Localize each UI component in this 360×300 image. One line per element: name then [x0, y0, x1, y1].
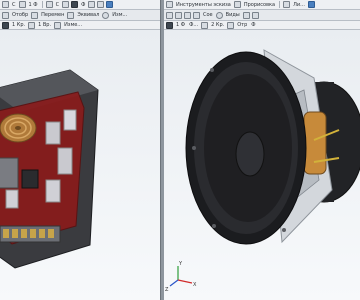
capacitor-1 [45, 121, 61, 145]
axis-z-label: Z [165, 287, 169, 293]
left-tb1-label-3[interactable]: Ф [80, 1, 86, 9]
right-tb1-label-0[interactable]: Инструменты эскиза [175, 1, 232, 9]
face-icon[interactable] [166, 21, 173, 29]
shell-icon[interactable] [71, 1, 79, 8]
inductor-coil [0, 113, 37, 143]
capacitor-5 [5, 189, 19, 209]
left-tb2-label-3[interactable]: Изм... [111, 11, 128, 19]
sketch-icon[interactable] [2, 1, 9, 8]
right-tb2-label-1[interactable]: Виды [225, 11, 241, 19]
crossover-board-model [0, 69, 99, 269]
constraint-icon[interactable] [184, 11, 191, 19]
capacitor-2 [63, 109, 77, 131]
zoom-icon[interactable] [242, 11, 250, 19]
orbit-icon[interactable] [215, 11, 223, 19]
left-tb1-label-2[interactable]: C [55, 1, 61, 9]
axis-y-label: Y [178, 261, 183, 267]
mirror-icon[interactable] [97, 1, 105, 8]
right-tb3-label-0[interactable]: 1 Ф [175, 21, 186, 29]
extrude-icon[interactable] [18, 1, 26, 8]
right-tb1-label-2[interactable]: Ли... [292, 1, 306, 9]
dust-cap [235, 131, 265, 177]
rotate-icon[interactable] [102, 11, 110, 19]
move-icon[interactable] [31, 11, 39, 19]
left-tb2-label-1[interactable]: Перемен [40, 11, 65, 19]
toolbar-separator [41, 1, 43, 8]
right-tb1-label-1[interactable]: Прорисовка [243, 1, 276, 9]
left-toolbar-row-2: Отобр Перемен Эквивал Изм... [0, 10, 160, 21]
voice-coil [303, 111, 327, 175]
left-tb3-label-0[interactable]: 1 Кр. [11, 21, 26, 29]
grid-icon[interactable] [166, 1, 173, 8]
right-3d-viewport[interactable]: Y X Z [164, 30, 360, 300]
segment-icon[interactable] [227, 21, 235, 29]
right-tb3-label-1[interactable]: Ф... [188, 21, 199, 29]
right-viewport-pane: Инструменты эскиза Прорисовка Ли... Сое … [164, 0, 360, 300]
axis-triad: Y X Z [165, 261, 197, 293]
left-tb1-label-1[interactable]: 1 Ф [28, 1, 39, 9]
line-tool-icon[interactable] [283, 1, 291, 8]
assembly-icon[interactable] [193, 11, 200, 19]
right-tb3-label-3[interactable]: Отр [236, 21, 248, 29]
mounting-hole [282, 228, 286, 232]
display-icon[interactable] [2, 11, 9, 19]
pattern-icon[interactable] [88, 1, 96, 8]
left-toolbar-row-1: C 1 Ф C Ф [0, 0, 160, 10]
right-tb3-label-2[interactable]: 2 Кр. [210, 21, 225, 29]
right-toolbar-row-1: Инструменты эскиза Прорисовка Ли... [164, 0, 360, 10]
select-icon[interactable] [166, 11, 173, 19]
capacitor-3 [57, 147, 73, 175]
left-tb1-label-0[interactable]: C [11, 1, 17, 9]
chamfer-icon[interactable] [62, 1, 70, 8]
curve-icon[interactable] [201, 21, 209, 29]
speaker-model: Y X Z [165, 49, 360, 293]
right-tb2-label-0[interactable]: Сое [202, 11, 214, 19]
mounting-hole [210, 68, 214, 72]
capacitor-4 [45, 179, 61, 203]
left-tb3-label-1[interactable]: 1 Вр. [37, 21, 52, 29]
left-tb2-label-2[interactable]: Эквивал [76, 11, 100, 19]
right-tb3-label-4[interactable]: Ф [250, 21, 256, 29]
measure-icon[interactable] [106, 1, 114, 8]
dimension-icon[interactable] [54, 21, 62, 29]
equivalent-icon[interactable] [67, 11, 75, 19]
left-viewport-pane: C 1 Ф C Ф Отобр Перемен Эквивал Изм... 1… [0, 0, 160, 300]
circle-tool-icon[interactable] [2, 21, 9, 29]
arc-tool-icon[interactable] [28, 21, 36, 29]
mounting-hole [192, 146, 196, 150]
view-cube-icon[interactable] [307, 1, 315, 8]
toolbar-separator [279, 1, 281, 8]
mounting-hole [212, 224, 216, 228]
terminal-block [0, 225, 61, 243]
pan-icon[interactable] [251, 11, 259, 19]
resistor-block [0, 157, 19, 189]
right-toolbar-row-2: Сое Виды [164, 10, 360, 21]
left-tb2-label-0[interactable]: Отобр [11, 11, 29, 19]
transform-icon[interactable] [175, 11, 182, 19]
chip-component [21, 169, 39, 189]
right-toolbar-row-3: 1 Ф Ф... 2 Кр. Отр Ф [164, 21, 360, 30]
render-icon[interactable] [233, 1, 241, 8]
fillet-icon[interactable] [45, 1, 53, 8]
left-3d-viewport[interactable] [0, 30, 160, 300]
axis-x-label: X [193, 282, 197, 288]
left-toolbar-row-3: 1 Кр. 1 Вр. Изме... [0, 21, 160, 30]
left-tb3-label-2[interactable]: Изме... [63, 21, 83, 29]
